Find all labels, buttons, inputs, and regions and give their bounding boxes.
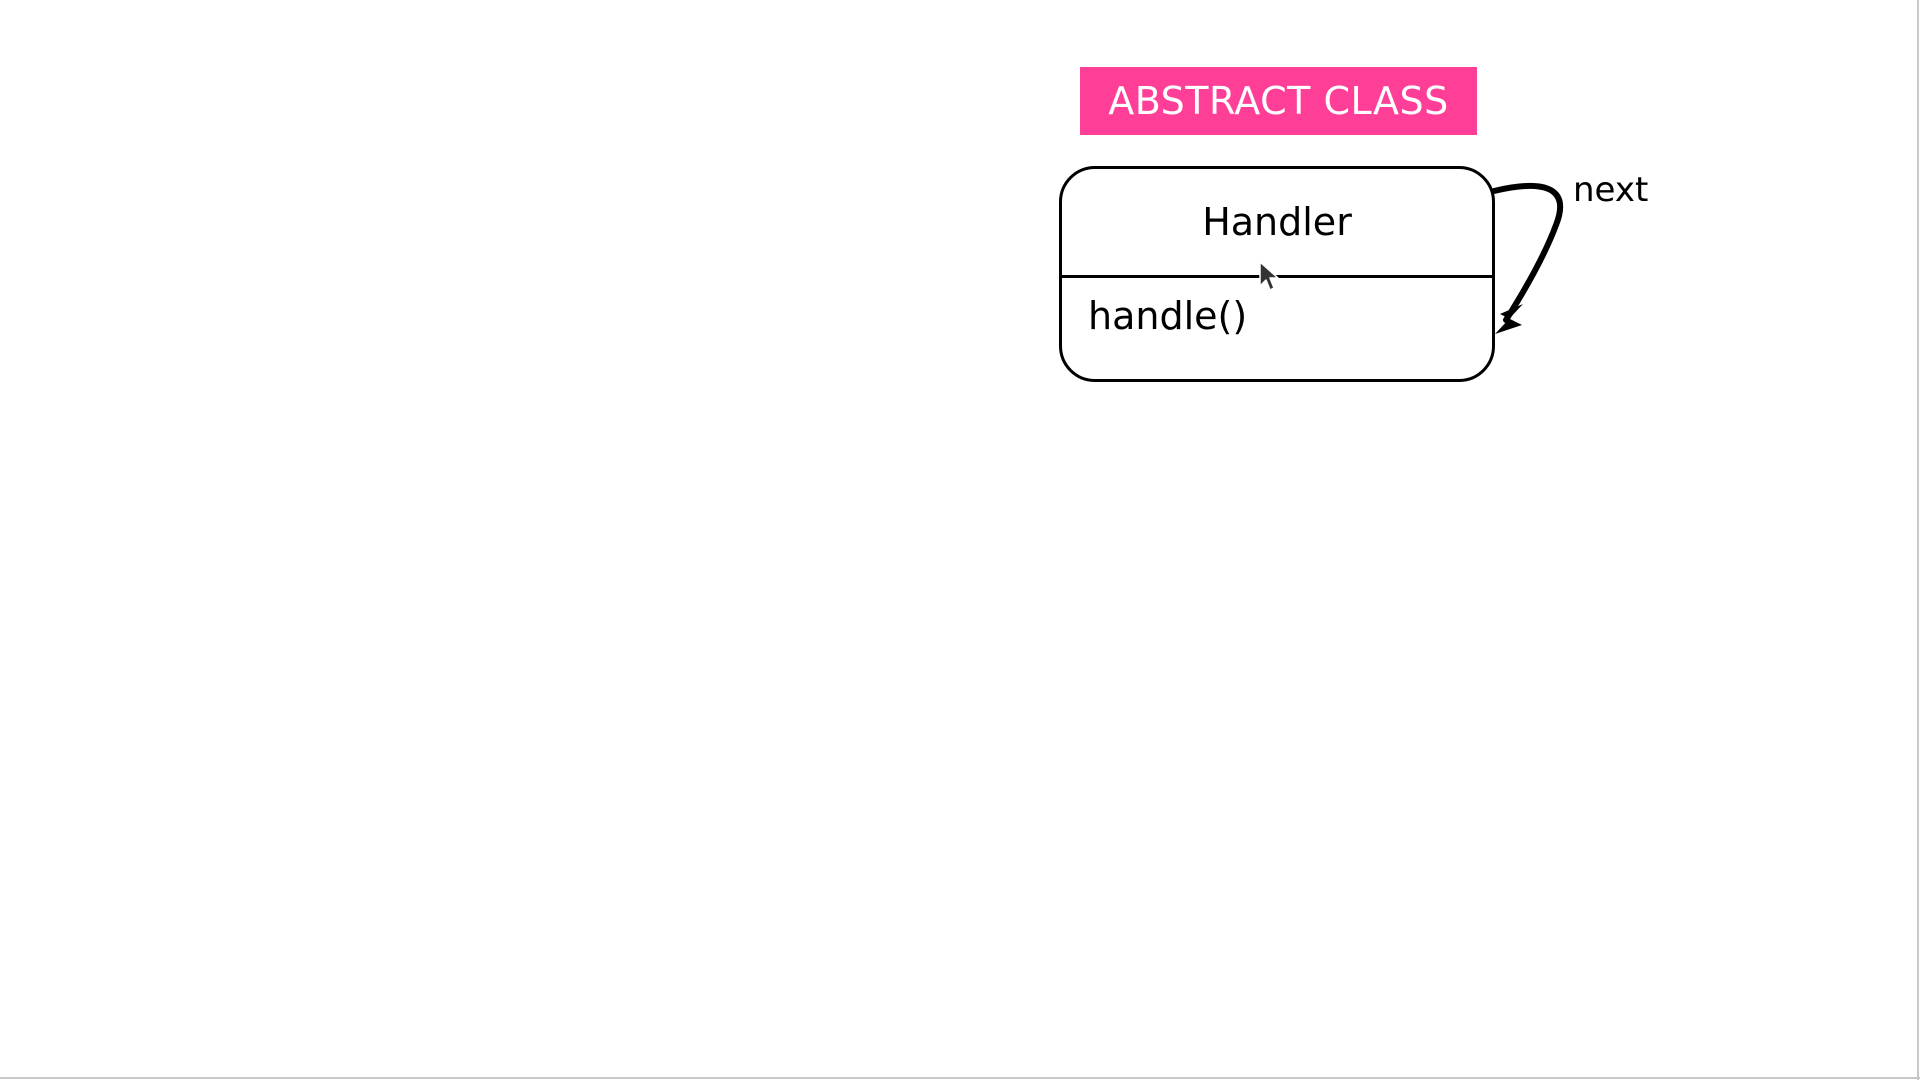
mouse-pointer-icon bbox=[1259, 261, 1279, 291]
frame-edge-right bbox=[1917, 0, 1919, 1080]
class-method: handle() bbox=[1088, 294, 1248, 338]
self-association-arrow bbox=[1491, 183, 1564, 334]
diagram-canvas: ABSTRACT CLASS Handler handle() next bbox=[0, 0, 1920, 1080]
arrowhead bbox=[1495, 304, 1523, 334]
frame-edge-bottom bbox=[0, 1077, 1920, 1079]
abstract-class-badge: ABSTRACT CLASS bbox=[1080, 67, 1477, 135]
self-association-curve bbox=[1491, 183, 1564, 323]
association-label-next: next bbox=[1573, 170, 1649, 210]
